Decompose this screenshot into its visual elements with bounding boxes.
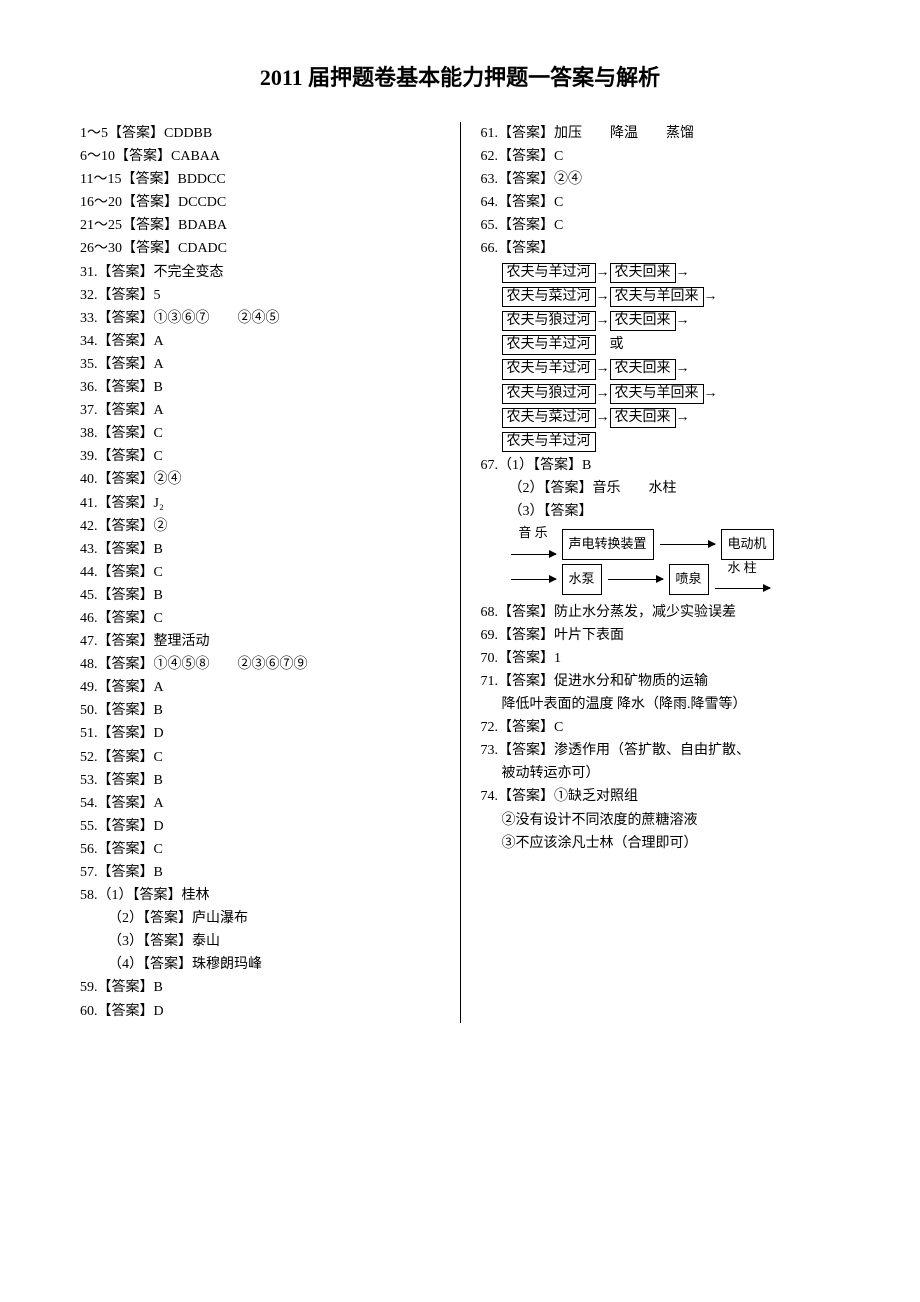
answer-74c: ③不应该涂凡士林（合理即可） — [481, 832, 841, 855]
answer-49: 49.【答案】A — [80, 676, 440, 699]
answer-59: 59.【答案】B — [80, 976, 440, 999]
answer-73b: 被动转运亦可） — [481, 762, 841, 785]
answer-63: 63.【答案】②④ — [481, 168, 841, 191]
answer-33: 33.【答案】①③⑥⑦ ②④⑤ — [80, 307, 440, 330]
answer-55: 55.【答案】D — [80, 815, 440, 838]
q67-diagram: 音 乐 声电转换装置 电动机 水泵 喷泉 水 柱 — [509, 529, 841, 594]
answer-54: 54.【答案】A — [80, 792, 440, 815]
answer-71a: 71.【答案】促进水分和矿物质的运输 — [481, 670, 841, 693]
answer-range-1-5: 1～5【答案】CDDBB — [80, 122, 440, 145]
answer-52: 52.【答案】C — [80, 746, 440, 769]
answer-46: 46.【答案】C — [80, 607, 440, 630]
answer-74a: 74.【答案】①缺乏对照组 — [481, 785, 841, 808]
answer-58-2: （2）【答案】庐山瀑布 — [80, 907, 440, 930]
answer-48: 48.【答案】①④⑤⑧ ②③⑥⑦⑨ — [80, 653, 440, 676]
q66-flowchart-a: 农夫与羊过河→农夫回来→ 农夫与菜过河→农夫与羊回来→ 农夫与狼过河→农夫回来→… — [481, 261, 841, 358]
answer-65: 65.【答案】C — [481, 214, 841, 237]
answer-66: 66.【答案】 — [481, 237, 841, 260]
answer-45: 45.【答案】B — [80, 584, 440, 607]
page-title: 2011 届押题卷基本能力押题一答案与解析 — [80, 60, 840, 92]
answer-44: 44.【答案】C — [80, 561, 440, 584]
answer-38: 38.【答案】C — [80, 422, 440, 445]
content-columns: 1～5【答案】CDDBB 6～10【答案】CABAA 11～15【答案】BDDC… — [80, 122, 840, 1023]
answer-range-6-10: 6～10【答案】CABAA — [80, 145, 440, 168]
diagram-box-fountain: 喷泉 — [669, 564, 709, 595]
answer-37: 37.【答案】A — [80, 399, 440, 422]
answer-35: 35.【答案】A — [80, 353, 440, 376]
answer-70: 70.【答案】1 — [481, 647, 841, 670]
answer-34: 34.【答案】A — [80, 330, 440, 353]
answer-67-2: （2）【答案】音乐 水柱 — [481, 477, 841, 500]
answer-58-4: （4）【答案】珠穆朗玛峰 — [80, 953, 440, 976]
answer-range-11-15: 11～15【答案】BDDCC — [80, 168, 440, 191]
answer-42: 42.【答案】② — [80, 515, 440, 538]
answer-range-16-20: 16～20【答案】DCCDC — [80, 191, 440, 214]
answer-56: 56.【答案】C — [80, 838, 440, 861]
answer-36: 36.【答案】B — [80, 376, 440, 399]
answer-72: 72.【答案】C — [481, 716, 841, 739]
answer-62: 62.【答案】C — [481, 145, 841, 168]
answer-57: 57.【答案】B — [80, 861, 440, 884]
answer-64: 64.【答案】C — [481, 191, 841, 214]
answer-58-1: 58.（1）【答案】桂林 — [80, 884, 440, 907]
answer-39: 39.【答案】C — [80, 445, 440, 468]
answer-range-21-25: 21～25【答案】BDABA — [80, 214, 440, 237]
answer-73a: 73.【答案】渗透作用（答扩散、自由扩散、 — [481, 739, 841, 762]
right-column: 61.【答案】加压 降温 蒸馏 62.【答案】C 63.【答案】②④ 64.【答… — [461, 122, 841, 1023]
answer-74b: ②没有设计不同浓度的蔗糖溶液 — [481, 809, 841, 832]
answer-53: 53.【答案】B — [80, 769, 440, 792]
answer-41: 41.【答案】J₂ — [80, 492, 440, 515]
answer-40: 40.【答案】②④ — [80, 468, 440, 491]
answer-68: 68.【答案】防止水分蒸发，减少实验误差 — [481, 601, 841, 624]
answer-67-1: 67.（1）【答案】B — [481, 454, 841, 477]
answer-32: 32.【答案】5 — [80, 284, 440, 307]
answer-60: 60.【答案】D — [80, 1000, 440, 1023]
answer-47: 47.【答案】整理活动 — [80, 630, 440, 653]
answer-50: 50.【答案】B — [80, 699, 440, 722]
answer-range-26-30: 26～30【答案】CDADC — [80, 237, 440, 260]
diagram-box-device: 声电转换装置 — [562, 529, 654, 560]
answer-51: 51.【答案】D — [80, 722, 440, 745]
left-column: 1～5【答案】CDDBB 6～10【答案】CABAA 11～15【答案】BDDC… — [80, 122, 461, 1023]
answer-43: 43.【答案】B — [80, 538, 440, 561]
answer-69: 69.【答案】叶片下表面 — [481, 624, 841, 647]
diagram-box-pump: 水泵 — [562, 564, 602, 595]
answer-31: 31.【答案】不完全变态 — [80, 261, 440, 284]
q66-flowchart-b: 农夫与羊过河→农夫回来→ 农夫与狼过河→农夫与羊回来→ 农夫与菜过河→农夫回来→… — [481, 357, 841, 454]
answer-71b: 降低叶表面的温度 降水（降雨.降雪等） — [481, 693, 841, 716]
answer-61: 61.【答案】加压 降温 蒸馏 — [481, 122, 841, 145]
answer-58-3: （3）【答案】泰山 — [80, 930, 440, 953]
